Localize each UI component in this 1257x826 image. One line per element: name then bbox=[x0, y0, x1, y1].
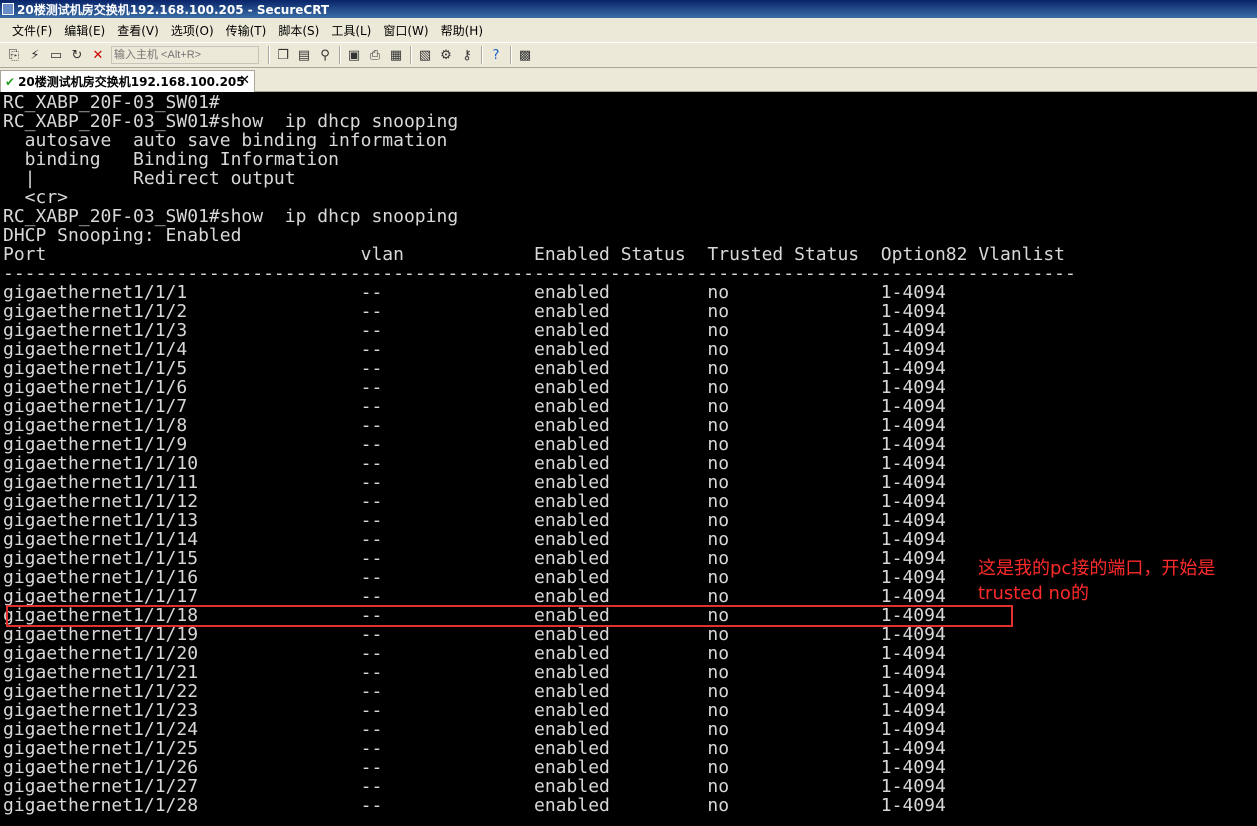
annotation-note: 这是我的pc接的端口，开始是trusted no的 bbox=[978, 558, 1216, 604]
paste-icon[interactable]: ▤ bbox=[294, 45, 314, 65]
table-row: gigaethernet1/1/24 -- enabled no 1-4094 bbox=[3, 719, 946, 740]
session-tab-bar: ✔ 20楼测试机房交换机192.168.100.205 ✕ bbox=[0, 68, 1257, 92]
find-icon[interactable]: ⚲ bbox=[315, 45, 335, 65]
window-title: 20楼测试机房交换机192.168.100.205 - SecureCRT bbox=[17, 2, 330, 17]
menu-bar: 文件(F) 编辑(E) 查看(V) 选项(O) 传输(T) 脚本(S) 工具(L… bbox=[0, 18, 1257, 42]
toolbar-separator bbox=[268, 46, 270, 64]
terminal-line: RC_XABP_20F-03_SW01# bbox=[3, 92, 220, 113]
session-tab-label: 20楼测试机房交换机192.168.100.205 bbox=[18, 75, 245, 89]
menu-edit[interactable]: 编辑(E) bbox=[58, 22, 111, 39]
connected-check-icon: ✔ bbox=[5, 74, 16, 89]
table-row: gigaethernet1/1/2 -- enabled no 1-4094 bbox=[3, 301, 946, 322]
sftp-icon[interactable]: ▩ bbox=[515, 45, 535, 65]
terminal-line: | Redirect output bbox=[3, 168, 296, 189]
toolbar-separator bbox=[481, 46, 483, 64]
connect-tab-icon[interactable]: ▭ bbox=[46, 45, 66, 65]
table-row: gigaethernet1/1/5 -- enabled no 1-4094 bbox=[3, 358, 946, 379]
table-row: gigaethernet1/1/11 -- enabled no 1-4094 bbox=[3, 472, 946, 493]
close-tab-icon[interactable]: ✕ bbox=[239, 73, 250, 88]
table-row: gigaethernet1/1/21 -- enabled no 1-4094 bbox=[3, 662, 946, 683]
table-row: gigaethernet1/1/15 -- enabled no 1-4094 bbox=[3, 548, 946, 569]
menu-options[interactable]: 选项(O) bbox=[165, 22, 220, 39]
host-input[interactable] bbox=[111, 46, 259, 64]
terminal-screen[interactable]: RC_XABP_20F-03_SW01# RC_XABP_20F-03_SW01… bbox=[0, 92, 1257, 826]
table-row: gigaethernet1/1/23 -- enabled no 1-4094 bbox=[3, 700, 946, 721]
table-row: gigaethernet1/1/14 -- enabled no 1-4094 bbox=[3, 529, 946, 550]
session-options-icon[interactable]: ▧ bbox=[415, 45, 435, 65]
table-row: gigaethernet1/1/8 -- enabled no 1-4094 bbox=[3, 415, 946, 436]
terminal-line: DHCP Snooping: Enabled bbox=[3, 225, 242, 246]
reconnect-icon[interactable]: ↻ bbox=[67, 45, 87, 65]
toolbar-separator bbox=[410, 46, 412, 64]
table-divider-line: ----------------------------------------… bbox=[3, 263, 1076, 284]
table-row: gigaethernet1/1/22 -- enabled no 1-4094 bbox=[3, 681, 946, 702]
table-row: gigaethernet1/1/13 -- enabled no 1-4094 bbox=[3, 510, 946, 531]
menu-view[interactable]: 查看(V) bbox=[111, 22, 165, 39]
table-row: gigaethernet1/1/25 -- enabled no 1-4094 bbox=[3, 738, 946, 759]
menu-window[interactable]: 窗口(W) bbox=[377, 22, 434, 39]
table-row: gigaethernet1/1/1 -- enabled no 1-4094 bbox=[3, 282, 946, 303]
toolbar: ⎘ ⚡ ▭ ↻ ✕ ❐ ▤ ⚲ ▣ ⎙ ▦ ▧ ⚙ ⚷ ? ▩ bbox=[0, 42, 1257, 68]
securecrt-app-icon bbox=[2, 3, 14, 15]
table-row: gigaethernet1/1/6 -- enabled no 1-4094 bbox=[3, 377, 946, 398]
terminal-line: <cr> bbox=[3, 187, 69, 208]
table-row: gigaethernet1/1/12 -- enabled no 1-4094 bbox=[3, 491, 946, 512]
session-tab[interactable]: ✔ 20楼测试机房交换机192.168.100.205 ✕ bbox=[0, 70, 255, 92]
global-options-icon[interactable]: ⚙ bbox=[436, 45, 456, 65]
toolbar-separator bbox=[339, 46, 341, 64]
disconnect-icon[interactable]: ✕ bbox=[88, 45, 108, 65]
connect-icon[interactable]: ⎘ bbox=[4, 45, 24, 65]
window-title-bar[interactable]: 20楼测试机房交换机192.168.100.205 - SecureCRT bbox=[0, 0, 1257, 18]
table-row: gigaethernet1/1/3 -- enabled no 1-4094 bbox=[3, 320, 946, 341]
help-icon[interactable]: ? bbox=[486, 45, 506, 65]
print-icon[interactable]: ⎙ bbox=[365, 45, 385, 65]
toolbar-separator bbox=[510, 46, 512, 64]
keymap-icon[interactable]: ⚷ bbox=[457, 45, 477, 65]
copy-icon[interactable]: ❐ bbox=[273, 45, 293, 65]
terminal-line: RC_XABP_20F-03_SW01#show ip dhcp snoopin… bbox=[3, 206, 459, 227]
table-row: gigaethernet1/1/4 -- enabled no 1-4094 bbox=[3, 339, 946, 360]
table-row: gigaethernet1/1/10 -- enabled no 1-4094 bbox=[3, 453, 946, 474]
table-row: gigaethernet1/1/16 -- enabled no 1-4094 bbox=[3, 567, 946, 588]
table-row: gigaethernet1/1/26 -- enabled no 1-4094 bbox=[3, 757, 946, 778]
print-screen-icon[interactable]: ▦ bbox=[386, 45, 406, 65]
menu-script[interactable]: 脚本(S) bbox=[272, 22, 325, 39]
table-row: gigaethernet1/1/17 -- enabled no 1-4094 bbox=[3, 586, 946, 607]
menu-tools[interactable]: 工具(L) bbox=[325, 22, 377, 39]
menu-file[interactable]: 文件(F) bbox=[6, 22, 58, 39]
terminal-line: autosave auto save binding information bbox=[3, 130, 448, 151]
quick-connect-icon[interactable]: ⚡ bbox=[25, 45, 45, 65]
menu-transfer[interactable]: 传输(T) bbox=[220, 22, 273, 39]
terminal-line: binding Binding Information bbox=[3, 149, 339, 170]
menu-help[interactable]: 帮助(H) bbox=[435, 22, 489, 39]
print-setup-icon[interactable]: ▣ bbox=[344, 45, 364, 65]
table-row: gigaethernet1/1/19 -- enabled no 1-4094 bbox=[3, 624, 946, 645]
terminal-line: RC_XABP_20F-03_SW01#show ip dhcp snoopin… bbox=[3, 111, 459, 132]
table-row: gigaethernet1/1/28 -- enabled no 1-4094 bbox=[3, 795, 946, 816]
table-header-line: Port vlan Enabled Status Trusted Status … bbox=[3, 244, 1066, 265]
table-row: gigaethernet1/1/27 -- enabled no 1-4094 bbox=[3, 776, 946, 797]
highlight-box-port-18 bbox=[6, 605, 1013, 627]
table-row: gigaethernet1/1/7 -- enabled no 1-4094 bbox=[3, 396, 946, 417]
table-row: gigaethernet1/1/9 -- enabled no 1-4094 bbox=[3, 434, 946, 455]
table-row: gigaethernet1/1/20 -- enabled no 1-4094 bbox=[3, 643, 946, 664]
